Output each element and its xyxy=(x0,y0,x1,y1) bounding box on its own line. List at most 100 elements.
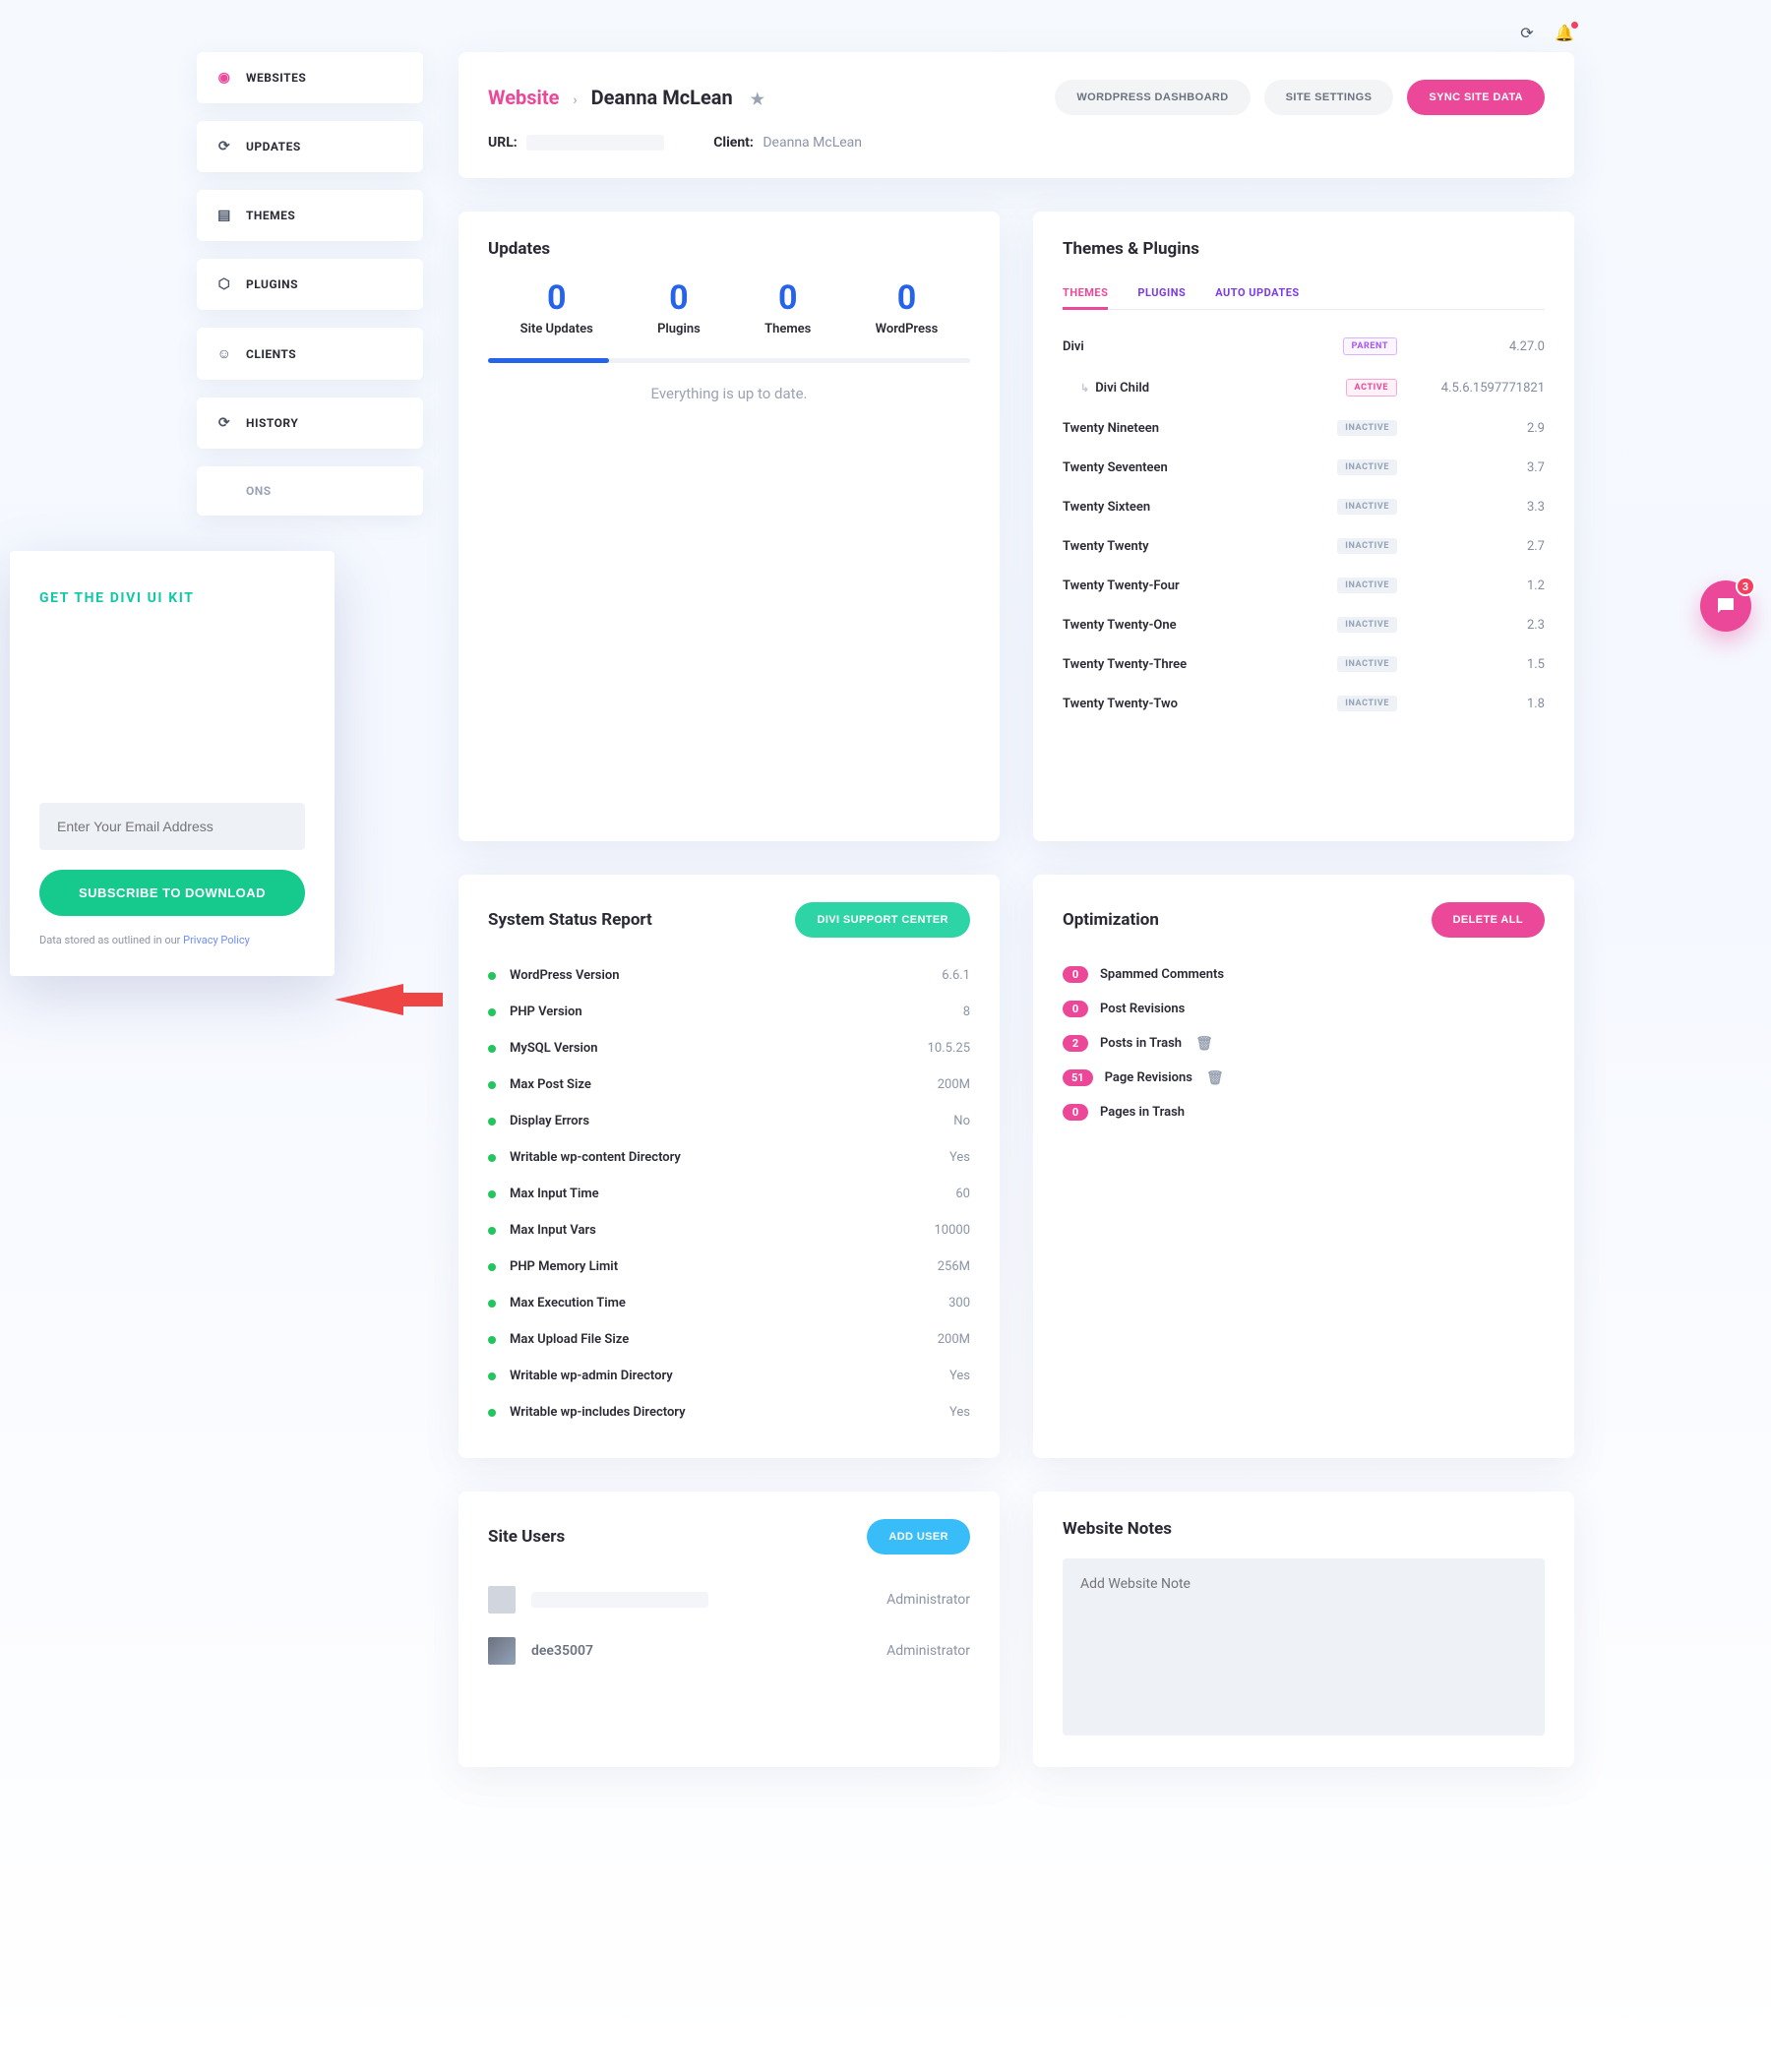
avatar xyxy=(488,1637,516,1665)
theme-name: Twenty Twenty-Four xyxy=(1063,579,1337,593)
site-users-card: Site Users ADD USER Administrator dee350… xyxy=(458,1492,1000,1767)
sidebar-item-ons[interactable]: ONS xyxy=(197,466,423,516)
sidebar-label: CLIENTS xyxy=(246,347,296,361)
theme-row[interactable]: Twenty Sixteen INACTIVE 3.3 xyxy=(1063,487,1545,526)
divi-support-center-button[interactable]: DIVI SUPPORT CENTER xyxy=(795,902,970,938)
optimization-label: Page Revisions xyxy=(1105,1070,1192,1085)
status-value: Yes xyxy=(949,1150,970,1165)
system-status-row: Max Upload File Size 200M xyxy=(488,1321,970,1358)
status-dot-icon xyxy=(488,1118,496,1126)
sidebar-item-history[interactable]: ⟳ HISTORY xyxy=(197,397,423,449)
system-status-row: Writable wp-includes Directory Yes xyxy=(488,1394,970,1431)
theme-badge: INACTIVE xyxy=(1337,578,1397,593)
user-name xyxy=(531,1592,871,1608)
header-url: URL: xyxy=(488,135,664,151)
optimization-row: 0 Post Revisions xyxy=(1063,992,1545,1026)
website-note-input[interactable] xyxy=(1063,1558,1545,1736)
promo-panel: GET THE DIVI UI KIT SUBSCRIBE TO DOWNLOA… xyxy=(10,551,335,976)
site-users-title: Site Users xyxy=(488,1527,565,1547)
star-icon[interactable]: ★ xyxy=(751,90,764,108)
sidebar-item-plugins[interactable]: ⬡ PLUGINS xyxy=(197,259,423,310)
system-status-row: Writable wp-admin Directory Yes xyxy=(488,1358,970,1394)
site-user-row[interactable]: Administrator xyxy=(488,1574,970,1625)
tab-plugins[interactable]: PLUGINS xyxy=(1137,278,1186,309)
sidebar-item-themes[interactable]: ▤ THEMES xyxy=(197,190,423,241)
tab-themes[interactable]: THEMES xyxy=(1063,278,1108,310)
theme-row[interactable]: Twenty Twenty-One INACTIVE 2.3 xyxy=(1063,605,1545,644)
user-role: Administrator xyxy=(886,1592,970,1608)
subscribe-button[interactable]: SUBSCRIBE TO DOWNLOAD xyxy=(39,870,305,916)
sidebar-item-websites[interactable]: ◉ WEBSITES xyxy=(197,52,423,103)
wordpress-dashboard-button[interactable]: WORDPRESS DASHBOARD xyxy=(1055,80,1250,115)
trash-icon[interactable]: 🗑 xyxy=(1195,1036,1213,1052)
site-settings-button[interactable]: SITE SETTINGS xyxy=(1264,80,1394,115)
status-value: 8 xyxy=(963,1005,970,1019)
site-user-row[interactable]: dee35007 Administrator xyxy=(488,1625,970,1676)
website-notes-title: Website Notes xyxy=(1063,1519,1545,1539)
theme-row[interactable]: Twenty Nineteen INACTIVE 2.9 xyxy=(1063,408,1545,448)
optimization-count: 0 xyxy=(1063,1001,1088,1017)
sidebar-item-clients[interactable]: ☺ CLIENTS xyxy=(197,328,423,380)
optimization-count: 2 xyxy=(1063,1035,1088,1052)
theme-badge: INACTIVE xyxy=(1337,617,1397,633)
theme-row[interactable]: ↳Divi Child ACTIVE 4.5.6.1597771821 xyxy=(1063,367,1545,408)
theme-name: Twenty Twenty xyxy=(1063,539,1337,554)
theme-row[interactable]: Divi PARENT 4.27.0 xyxy=(1063,326,1545,367)
chat-button[interactable]: 3 xyxy=(1700,580,1751,632)
theme-badge: INACTIVE xyxy=(1337,459,1397,475)
status-dot-icon xyxy=(488,1227,496,1235)
themes-title: Themes & Plugins xyxy=(1063,239,1545,259)
refresh-icon[interactable]: ⟳ xyxy=(1520,24,1533,42)
status-name: Display Errors xyxy=(510,1114,953,1128)
status-dot-icon xyxy=(488,1336,496,1344)
history-icon: ⟳ xyxy=(216,415,232,431)
updates-message: Everything is up to date. xyxy=(488,385,970,402)
privacy-link[interactable]: Privacy Policy xyxy=(183,934,250,946)
theme-badge: INACTIVE xyxy=(1337,656,1397,672)
system-status-row: Max Input Time 60 xyxy=(488,1176,970,1212)
status-value: 200M xyxy=(938,1077,970,1092)
sidebar-label: WEBSITES xyxy=(246,71,306,85)
status-dot-icon xyxy=(488,1008,496,1016)
theme-row[interactable]: Twenty Twenty INACTIVE 2.7 xyxy=(1063,526,1545,566)
chat-icon xyxy=(1714,594,1738,618)
bell-icon[interactable]: 🔔 xyxy=(1555,24,1574,42)
add-user-button[interactable]: ADD USER xyxy=(867,1519,970,1554)
status-value: 200M xyxy=(938,1332,970,1347)
status-value: Yes xyxy=(949,1369,970,1383)
sidebar-item-updates[interactable]: ⟳ UPDATES xyxy=(197,121,423,172)
breadcrumb-root[interactable]: Website xyxy=(488,86,559,109)
sidebar-label: ONS xyxy=(246,484,272,498)
status-dot-icon xyxy=(488,1045,496,1053)
updates-count: 0 xyxy=(520,278,593,318)
theme-name: Twenty Twenty-Two xyxy=(1063,697,1337,711)
optimization-row: 51 Page Revisions 🗑 xyxy=(1063,1061,1545,1095)
sync-site-data-button[interactable]: SYNC SITE DATA xyxy=(1407,80,1545,115)
optimization-count: 51 xyxy=(1063,1069,1093,1086)
theme-version: 2.7 xyxy=(1397,539,1545,554)
status-name: PHP Memory Limit xyxy=(510,1259,938,1274)
delete-all-button[interactable]: DELETE ALL xyxy=(1432,902,1545,938)
theme-row[interactable]: Twenty Twenty-Three INACTIVE 1.5 xyxy=(1063,644,1545,684)
trash-icon[interactable]: 🗑 xyxy=(1206,1070,1224,1086)
sidebar: ◉ WEBSITES ⟳ UPDATES ▤ THEMES ⬡ PLUGINS … xyxy=(197,52,423,533)
url-redacted xyxy=(526,135,664,151)
clients-icon: ☺ xyxy=(216,345,232,362)
promo-email-input[interactable] xyxy=(39,803,305,850)
theme-version: 1.8 xyxy=(1397,697,1545,711)
updates-counter: 0 WordPress xyxy=(876,278,939,336)
optimization-label: Spammed Comments xyxy=(1100,967,1224,982)
theme-badge: INACTIVE xyxy=(1337,538,1397,554)
status-name: Max Execution Time xyxy=(510,1296,948,1310)
theme-row[interactable]: Twenty Twenty-Two INACTIVE 1.8 xyxy=(1063,684,1545,723)
theme-badge: PARENT xyxy=(1343,337,1397,355)
sidebar-label: UPDATES xyxy=(246,140,301,153)
status-value: 256M xyxy=(938,1259,970,1274)
theme-version: 4.5.6.1597771821 xyxy=(1397,381,1545,396)
updates-title: Updates xyxy=(488,239,970,259)
status-value: 300 xyxy=(948,1296,970,1310)
theme-row[interactable]: Twenty Twenty-Four INACTIVE 1.2 xyxy=(1063,566,1545,605)
theme-row[interactable]: Twenty Seventeen INACTIVE 3.7 xyxy=(1063,448,1545,487)
themes-plugins-card: Themes & Plugins THEMES PLUGINS AUTO UPD… xyxy=(1033,212,1574,841)
tab-auto-updates[interactable]: AUTO UPDATES xyxy=(1215,278,1299,309)
